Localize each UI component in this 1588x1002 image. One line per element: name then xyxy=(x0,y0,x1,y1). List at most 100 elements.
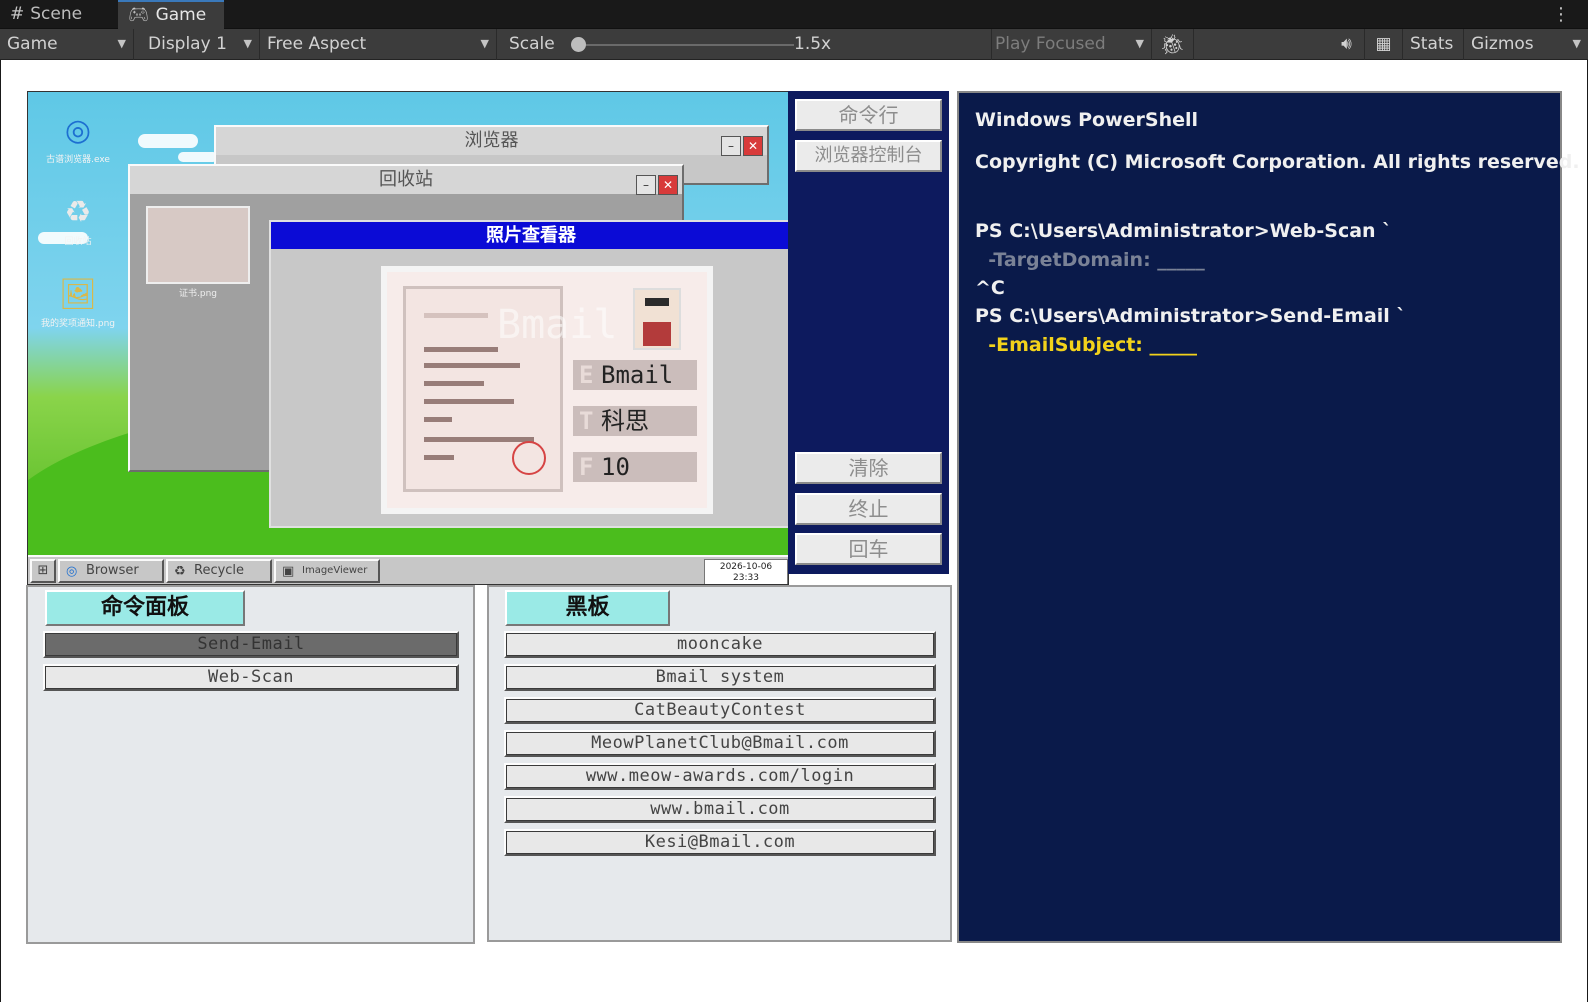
command-list-label: 命令面板 xyxy=(45,590,245,626)
console-line: ^C xyxy=(975,277,1005,299)
close-button[interactable]: ✕ xyxy=(743,136,763,156)
photo-viewer-window: 照片查看器 Bmail E Bmail T 科思 F 10 xyxy=(269,220,788,528)
terminate-button[interactable]: 终止 xyxy=(795,493,942,525)
avatar xyxy=(633,288,681,350)
tab-game[interactable]: 🎮︎ Game xyxy=(118,0,224,29)
console-line-active: -EmailSubject: _____ xyxy=(975,334,1198,356)
chevron-down-icon: ▼ xyxy=(117,37,126,50)
hash-grid-icon: # xyxy=(10,4,25,24)
field-value: Bmail xyxy=(601,361,674,389)
field-key: F xyxy=(579,453,594,481)
image-file-icon: ▣ xyxy=(282,564,295,579)
tab-scene-label: Scene xyxy=(30,4,83,24)
browser-console-button[interactable]: 浏览器控制台 xyxy=(795,140,942,172)
gamepad-icon: 🎮︎ xyxy=(128,5,150,25)
taskbar-recycle[interactable]: ♻ Recycle xyxy=(166,559,272,583)
desktop-icon-label: 我的奖项通知.png xyxy=(41,319,115,329)
windows-logo-icon: ⊞ xyxy=(37,563,49,578)
desktop-icon-label: 古谱浏览器.exe xyxy=(46,155,110,165)
blackboard-item[interactable]: www.meow-awards.com/login xyxy=(504,763,936,790)
console-line: -TargetDomain: _____ xyxy=(975,249,1205,271)
thumbnail-label: 证书.png xyxy=(179,289,217,299)
taskbar-browser[interactable]: ◎ Browser xyxy=(58,559,164,583)
blackboard-item[interactable]: Bmail system xyxy=(504,664,936,691)
recycle-bin-icon: ♻ xyxy=(174,564,186,579)
stats-label: Stats xyxy=(1410,34,1454,54)
seal-stamp xyxy=(512,441,546,475)
editor-tab-bar: # Scene 🎮︎ Game ⋮ xyxy=(0,0,1588,29)
tab-scene[interactable]: # Scene xyxy=(0,0,118,29)
chevron-down-icon: ▼ xyxy=(480,37,489,50)
blackboard-label: 黑板 xyxy=(505,590,670,626)
gizmos-dropdown[interactable]: Gizmos ▼ xyxy=(1464,29,1588,60)
keyboard-shortcuts-icon[interactable]: ▦ xyxy=(1365,29,1403,60)
desktop-icon-image[interactable]: 🖼︎ 我的奖项通知.png xyxy=(28,278,128,330)
desktop-icon-label: 回收站 xyxy=(64,237,92,247)
scale-value-text: 1.5x xyxy=(794,34,832,54)
certificate-image: Bmail E Bmail T 科思 F 10 xyxy=(381,266,713,514)
clear-button[interactable]: 清除 xyxy=(795,452,942,484)
desktop-icon-browser[interactable]: ◎ 古谱浏览器.exe xyxy=(28,114,128,166)
audio-mute-icon[interactable]: 🔊︎ xyxy=(1329,29,1365,60)
game-desktop: ◎ 古谱浏览器.exe ♻ 回收站 🖼︎ 我的奖项通知.png 浏览器 – ✕ 回… xyxy=(27,91,789,585)
unity-editor: # Scene 🎮︎ Game ⋮ Game ▼ Display 1 ▼ Free As… xyxy=(0,0,1588,1002)
display-label: Display 1 xyxy=(148,34,227,54)
watermark-text: Bmail xyxy=(497,302,618,348)
chevron-down-icon: ▼ xyxy=(1572,37,1581,50)
console-line: Windows PowerShell xyxy=(975,109,1199,131)
desktop-taskbar: ⊞ ◎ Browser ♻ Recycle ▣ ImageViewer 2026-10… xyxy=(28,555,788,584)
browser-title-text: 浏览器 xyxy=(464,130,519,151)
play-mode-label: Play Focused xyxy=(995,34,1106,54)
view-mode-dropdown[interactable]: Game ▼ xyxy=(0,29,134,60)
taskbar-imageviewer[interactable]: ▣ ImageViewer xyxy=(274,559,380,583)
minimize-button[interactable]: – xyxy=(721,136,741,156)
command-list-panel: 命令面板 Send-Email Web-Scan xyxy=(26,585,475,944)
cloud xyxy=(178,152,218,162)
desktop-icon-recycle[interactable]: ♻ 回收站 xyxy=(28,195,128,248)
display-dropdown[interactable]: Display 1 ▼ xyxy=(141,29,260,60)
certificate-thumbnail[interactable] xyxy=(146,206,250,284)
scale-slider-knob[interactable] xyxy=(571,37,586,52)
recycle-bin-icon: ♻ xyxy=(64,195,92,230)
minimize-button[interactable]: – xyxy=(636,175,656,195)
command-line-button[interactable]: 命令行 xyxy=(795,99,942,131)
field-floor: F 10 xyxy=(573,452,697,482)
bug-icon[interactable]: 🐞︎ xyxy=(1152,29,1194,60)
chevron-down-icon: ▼ xyxy=(1135,37,1144,50)
stats-button[interactable]: Stats xyxy=(1403,29,1464,60)
start-menu-button[interactable]: ⊞ xyxy=(30,559,56,583)
command-item-send-email[interactable]: Send-Email xyxy=(43,631,459,658)
field-key: E xyxy=(579,361,594,389)
blackboard-item[interactable]: Kesi@Bmail.com xyxy=(504,829,936,856)
field-team: T 科思 xyxy=(573,406,697,436)
close-button[interactable]: ✕ xyxy=(658,175,678,195)
gizmos-label: Gizmos xyxy=(1471,34,1534,54)
field-value: 10 xyxy=(601,453,630,481)
blackboard-item[interactable]: CatBeautyContest xyxy=(504,697,936,724)
blackboard-item[interactable]: MeowPlanetClub@Bmail.com xyxy=(504,730,936,757)
command-item-web-scan[interactable]: Web-Scan xyxy=(43,664,459,691)
game-view-toolbar: Game ▼ Display 1 ▼ Free Aspect ▼ Scale 1.5x… xyxy=(0,29,1588,60)
play-mode-dropdown[interactable]: Play Focused ▼ xyxy=(988,29,1152,60)
taskbar-item-label: Recycle xyxy=(194,563,245,578)
field-email: E Bmail xyxy=(573,360,697,390)
more-options-icon[interactable]: ⋮ xyxy=(1552,0,1570,29)
powershell-console[interactable]: Windows PowerShell Copyright (C) Microso… xyxy=(957,91,1580,943)
scale-value: 1.5x xyxy=(787,29,847,60)
scale-slider-track[interactable] xyxy=(580,44,794,46)
blackboard-item[interactable]: mooncake xyxy=(504,631,936,658)
aspect-dropdown[interactable]: Free Aspect ▼ xyxy=(260,29,497,60)
field-value: 科思 xyxy=(601,407,649,435)
clock-date: 2026-10-06 xyxy=(719,562,773,572)
taskbar-item-label: ImageViewer xyxy=(302,565,368,576)
aspect-label: Free Aspect xyxy=(267,34,367,54)
chevron-down-icon: ▼ xyxy=(243,37,252,50)
cloud xyxy=(138,134,198,148)
browser-globe-icon: ◎ xyxy=(66,564,78,579)
command-button-panel: 命令行 浏览器控制台 清除 终止 回车 xyxy=(788,91,949,574)
blackboard-item[interactable]: www.bmail.com xyxy=(504,796,936,823)
console-line: Copyright (C) Microsoft Corporation. All… xyxy=(975,151,1580,173)
scale-label: Scale xyxy=(509,34,555,54)
recycle-title-text: 回收站 xyxy=(379,169,433,190)
enter-button[interactable]: 回车 xyxy=(795,533,942,565)
